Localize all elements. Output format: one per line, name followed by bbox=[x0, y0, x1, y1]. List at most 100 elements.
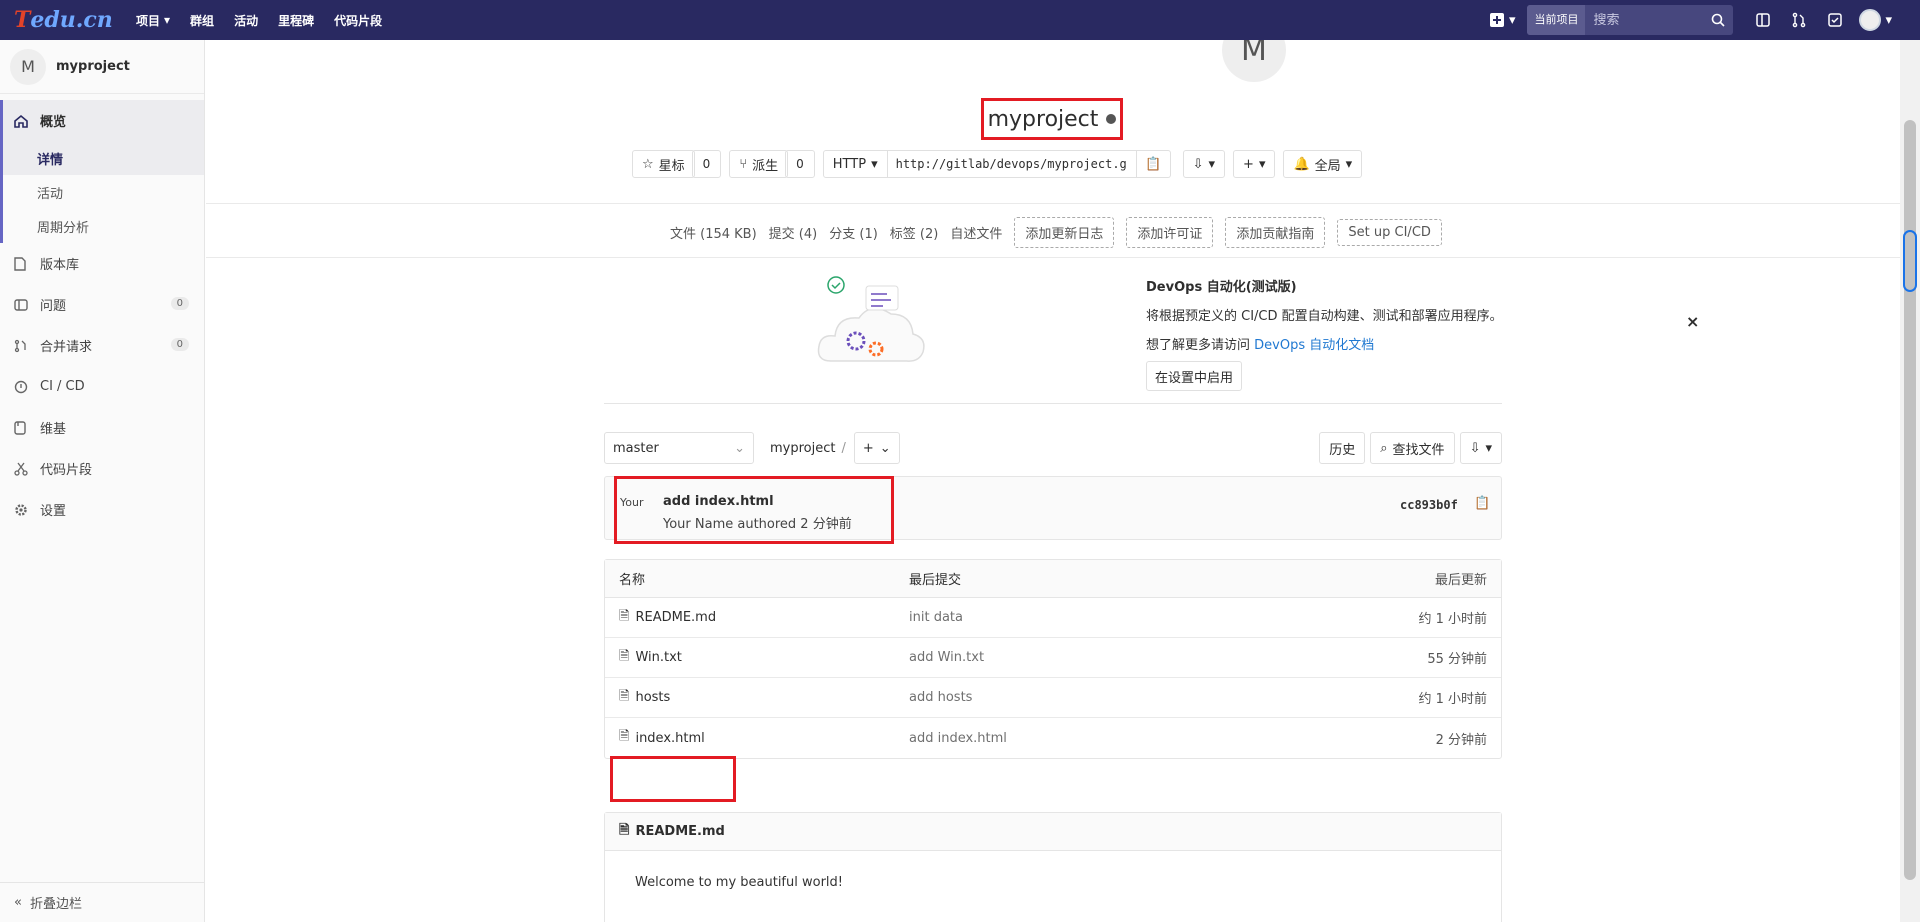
todo-check-icon[interactable] bbox=[1817, 0, 1853, 40]
add-dropdown[interactable]: + ▾ bbox=[1233, 150, 1276, 178]
clone-protocol-dropdown[interactable]: HTTP ▾ bbox=[822, 150, 888, 178]
download-dropdown[interactable]: ⇩ ▾ bbox=[1459, 432, 1502, 464]
last-commit-message[interactable]: add Win.txt bbox=[909, 650, 1301, 665]
collapse-sidebar-button[interactable]: « 折叠边栏 bbox=[0, 882, 205, 922]
add-license-button[interactable]: 添加许可证 bbox=[1126, 217, 1214, 248]
file-link[interactable]: Win.txt bbox=[635, 650, 681, 665]
sidebar-sub-activity[interactable]: 活动 bbox=[3, 175, 204, 209]
download-dropdown[interactable]: ⇩ ▾ bbox=[1182, 150, 1226, 178]
caret-down-icon: ▾ bbox=[1485, 440, 1492, 456]
file-link[interactable]: index.html bbox=[635, 731, 704, 746]
fork-count[interactable]: 0 bbox=[785, 150, 815, 178]
branches-link[interactable]: 分支 (1) bbox=[829, 223, 878, 242]
sidebar-sub-details[interactable]: 详情 bbox=[3, 141, 204, 175]
sidebar-item-issues[interactable]: 问题 0 bbox=[0, 284, 204, 325]
setup-cicd-button[interactable]: Set up CI/CD bbox=[1337, 219, 1442, 246]
user-menu[interactable]: ▾ bbox=[1859, 9, 1892, 31]
clone-url-field[interactable]: http://gitlab/devops/myproject.g bbox=[887, 150, 1137, 178]
nav-snippets[interactable]: 代码片段 bbox=[324, 12, 392, 29]
sidebar-item-repository[interactable]: 版本库 bbox=[0, 243, 204, 284]
chevron-down-icon: ⌄ bbox=[879, 440, 891, 456]
table-row: 🗎 hosts add hosts 约 1 小时前 bbox=[605, 678, 1501, 718]
commits-link[interactable]: 提交 (4) bbox=[769, 223, 818, 242]
sidebar-toggle-icon[interactable] bbox=[1745, 0, 1781, 40]
sidebar-item-label: CI / CD bbox=[40, 379, 85, 394]
nav-projects[interactable]: 项目 ▾ bbox=[126, 12, 180, 29]
overview-subnav: 详情 活动 周期分析 bbox=[0, 141, 204, 243]
bell-icon: 🔔 bbox=[1293, 156, 1310, 172]
file-link[interactable]: hosts bbox=[635, 690, 670, 705]
add-changelog-button[interactable]: 添加更新日志 bbox=[1014, 217, 1115, 248]
column-last-update: 最后更新 bbox=[1434, 573, 1487, 588]
sidebar-item-cicd[interactable]: CI / CD bbox=[0, 366, 204, 407]
nav-activity[interactable]: 活动 bbox=[224, 12, 268, 29]
clipboard-icon: 📋 bbox=[1145, 156, 1162, 172]
caret-down-icon: ▾ bbox=[871, 156, 878, 172]
sidebar-project-header[interactable]: M myproject bbox=[0, 40, 204, 94]
sidebar-item-settings[interactable]: 设置 bbox=[0, 489, 204, 530]
close-icon[interactable]: × bbox=[1686, 312, 1699, 331]
readme-filename[interactable]: README.md bbox=[635, 824, 724, 839]
plus-icon: + bbox=[862, 440, 874, 456]
star-icon: ☆ bbox=[642, 156, 654, 172]
nav-groups[interactable]: 群组 bbox=[180, 12, 224, 29]
table-header: 名称 最后提交 最后更新 bbox=[605, 560, 1501, 598]
sidebar-item-wiki[interactable]: 维基 bbox=[0, 407, 204, 448]
file-icon: 🗎 bbox=[619, 688, 630, 704]
breadcrumb-root[interactable]: myproject bbox=[770, 441, 835, 456]
table-row: 🗎 index.html add index.html 2 分钟前 bbox=[605, 718, 1501, 758]
table-row: 🗎 Win.txt add Win.txt 55 分钟前 bbox=[605, 638, 1501, 678]
add-to-tree-dropdown[interactable]: + ⌄ bbox=[853, 432, 900, 464]
scrollbar-thumb[interactable] bbox=[1903, 230, 1917, 292]
caret-down-icon: ▾ bbox=[1208, 156, 1216, 172]
column-name: 名称 bbox=[619, 573, 646, 588]
commit-sha[interactable]: cc893b0f bbox=[1400, 498, 1458, 512]
download-icon: ⇩ bbox=[1469, 440, 1481, 456]
history-button[interactable]: 历史 bbox=[1319, 432, 1366, 464]
protocol-label: HTTP bbox=[832, 156, 867, 172]
autodevops-docs-link[interactable]: DevOps 自动化文档 bbox=[1254, 338, 1374, 353]
project-avatar: M bbox=[10, 48, 46, 85]
copy-url-button[interactable]: 📋 bbox=[1136, 150, 1171, 178]
notification-dropdown[interactable]: 🔔 全局 ▾ bbox=[1283, 150, 1363, 178]
new-dropdown[interactable]: ▾ bbox=[1489, 12, 1515, 28]
star-button[interactable]: ☆ 星标 bbox=[632, 150, 695, 178]
find-file-label: 查找文件 bbox=[1392, 442, 1445, 458]
nav-milestones[interactable]: 里程碑 bbox=[268, 12, 324, 29]
issues-icon bbox=[14, 298, 32, 312]
project-sidebar: M myproject 概览 详情 活动 周期分析 版本库 问题 0 合并请求 … bbox=[0, 40, 205, 922]
readme-link[interactable]: 自述文件 bbox=[950, 223, 1002, 242]
autodevops-promo: DevOps 自动化(测试版) 将根据预定义的 CI/CD 配置自动构建、测试和… bbox=[1146, 272, 1516, 391]
sidebar-item-snippets[interactable]: 代码片段 bbox=[0, 448, 204, 489]
files-link[interactable]: 文件 (154 KB) bbox=[670, 223, 757, 242]
sidebar-item-merge-requests[interactable]: 合并请求 0 bbox=[0, 325, 204, 366]
add-contributing-button[interactable]: 添加贡献指南 bbox=[1225, 217, 1326, 248]
search-input[interactable] bbox=[1585, 12, 1712, 28]
file-link[interactable]: README.md bbox=[635, 610, 716, 625]
sidebar-item-overview[interactable]: 概览 bbox=[0, 100, 204, 141]
logo[interactable]: Tedu.cn bbox=[0, 0, 113, 40]
divider bbox=[206, 257, 1900, 258]
search-icon[interactable] bbox=[1711, 13, 1726, 27]
sidebar-item-label: 维基 bbox=[40, 422, 67, 437]
last-commit-message[interactable]: add hosts bbox=[909, 690, 1301, 705]
promo-text: 将根据预定义的 CI/CD 配置自动构建、测试和部署应用程序。 bbox=[1146, 309, 1503, 324]
nav-links: 项目 ▾ 群组 活动 里程碑 代码片段 bbox=[126, 12, 392, 29]
star-count[interactable]: 0 bbox=[691, 150, 722, 178]
last-commit-message[interactable]: add index.html bbox=[909, 731, 1301, 746]
branch-selector[interactable]: master ⌄ bbox=[604, 432, 754, 464]
issues-count-badge: 0 bbox=[170, 297, 189, 310]
star-label: 星标 bbox=[658, 158, 685, 174]
clipboard-icon[interactable]: 📋 bbox=[1474, 496, 1490, 511]
enable-in-settings-button[interactable]: 在设置中启用 bbox=[1146, 361, 1243, 391]
sidebar-sub-cycle-analytics[interactable]: 周期分析 bbox=[3, 209, 204, 243]
doc-icon bbox=[14, 256, 32, 271]
scissors-icon bbox=[14, 462, 32, 476]
file-icon: 🗎 bbox=[619, 729, 630, 744]
tags-link[interactable]: 标签 (2) bbox=[890, 223, 939, 242]
fork-button[interactable]: ⑂ 派生 bbox=[729, 150, 789, 178]
page-scrollbar[interactable] bbox=[1900, 40, 1920, 922]
merge-request-icon[interactable] bbox=[1781, 0, 1817, 40]
last-commit-message[interactable]: init data bbox=[909, 610, 1301, 625]
find-file-button[interactable]: ⌕ 查找文件 bbox=[1370, 432, 1455, 464]
